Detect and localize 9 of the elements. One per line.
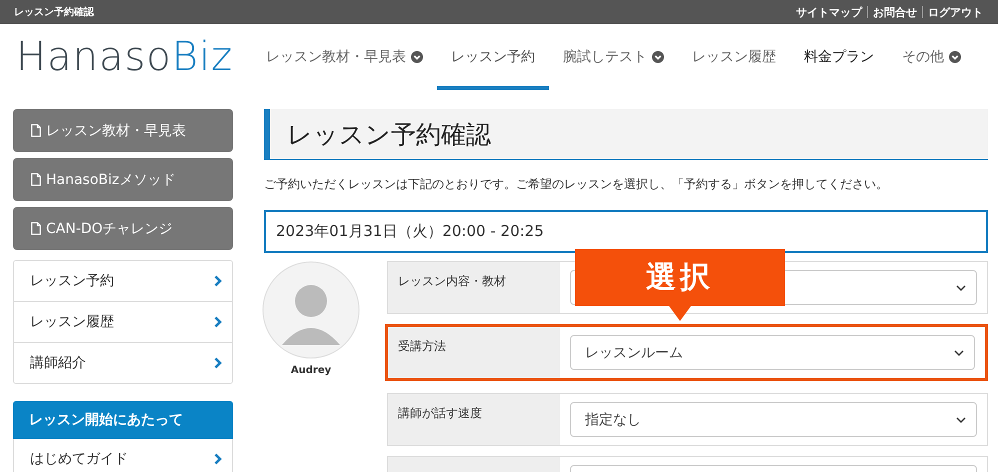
section-heading: レッスン開始にあたって <box>13 401 233 439</box>
field-label: 受講方法 <box>388 327 560 378</box>
page-heading: レッスン予約確認 <box>264 109 988 160</box>
intro-text: ご予約いただくレッスンは下記のとおりです。ご希望のレッスンを選択し、「予約する」ボタンを押してください。 <box>264 176 889 193</box>
selection-tooltip: 選択 <box>575 249 785 321</box>
teacher-name: Audrey <box>290 365 332 376</box>
field-label: 講師が話す速度 <box>388 394 560 445</box>
page-title: レッスン予約確認 <box>14 6 94 19</box>
field-label: レッスン内容・教材 <box>388 262 560 313</box>
